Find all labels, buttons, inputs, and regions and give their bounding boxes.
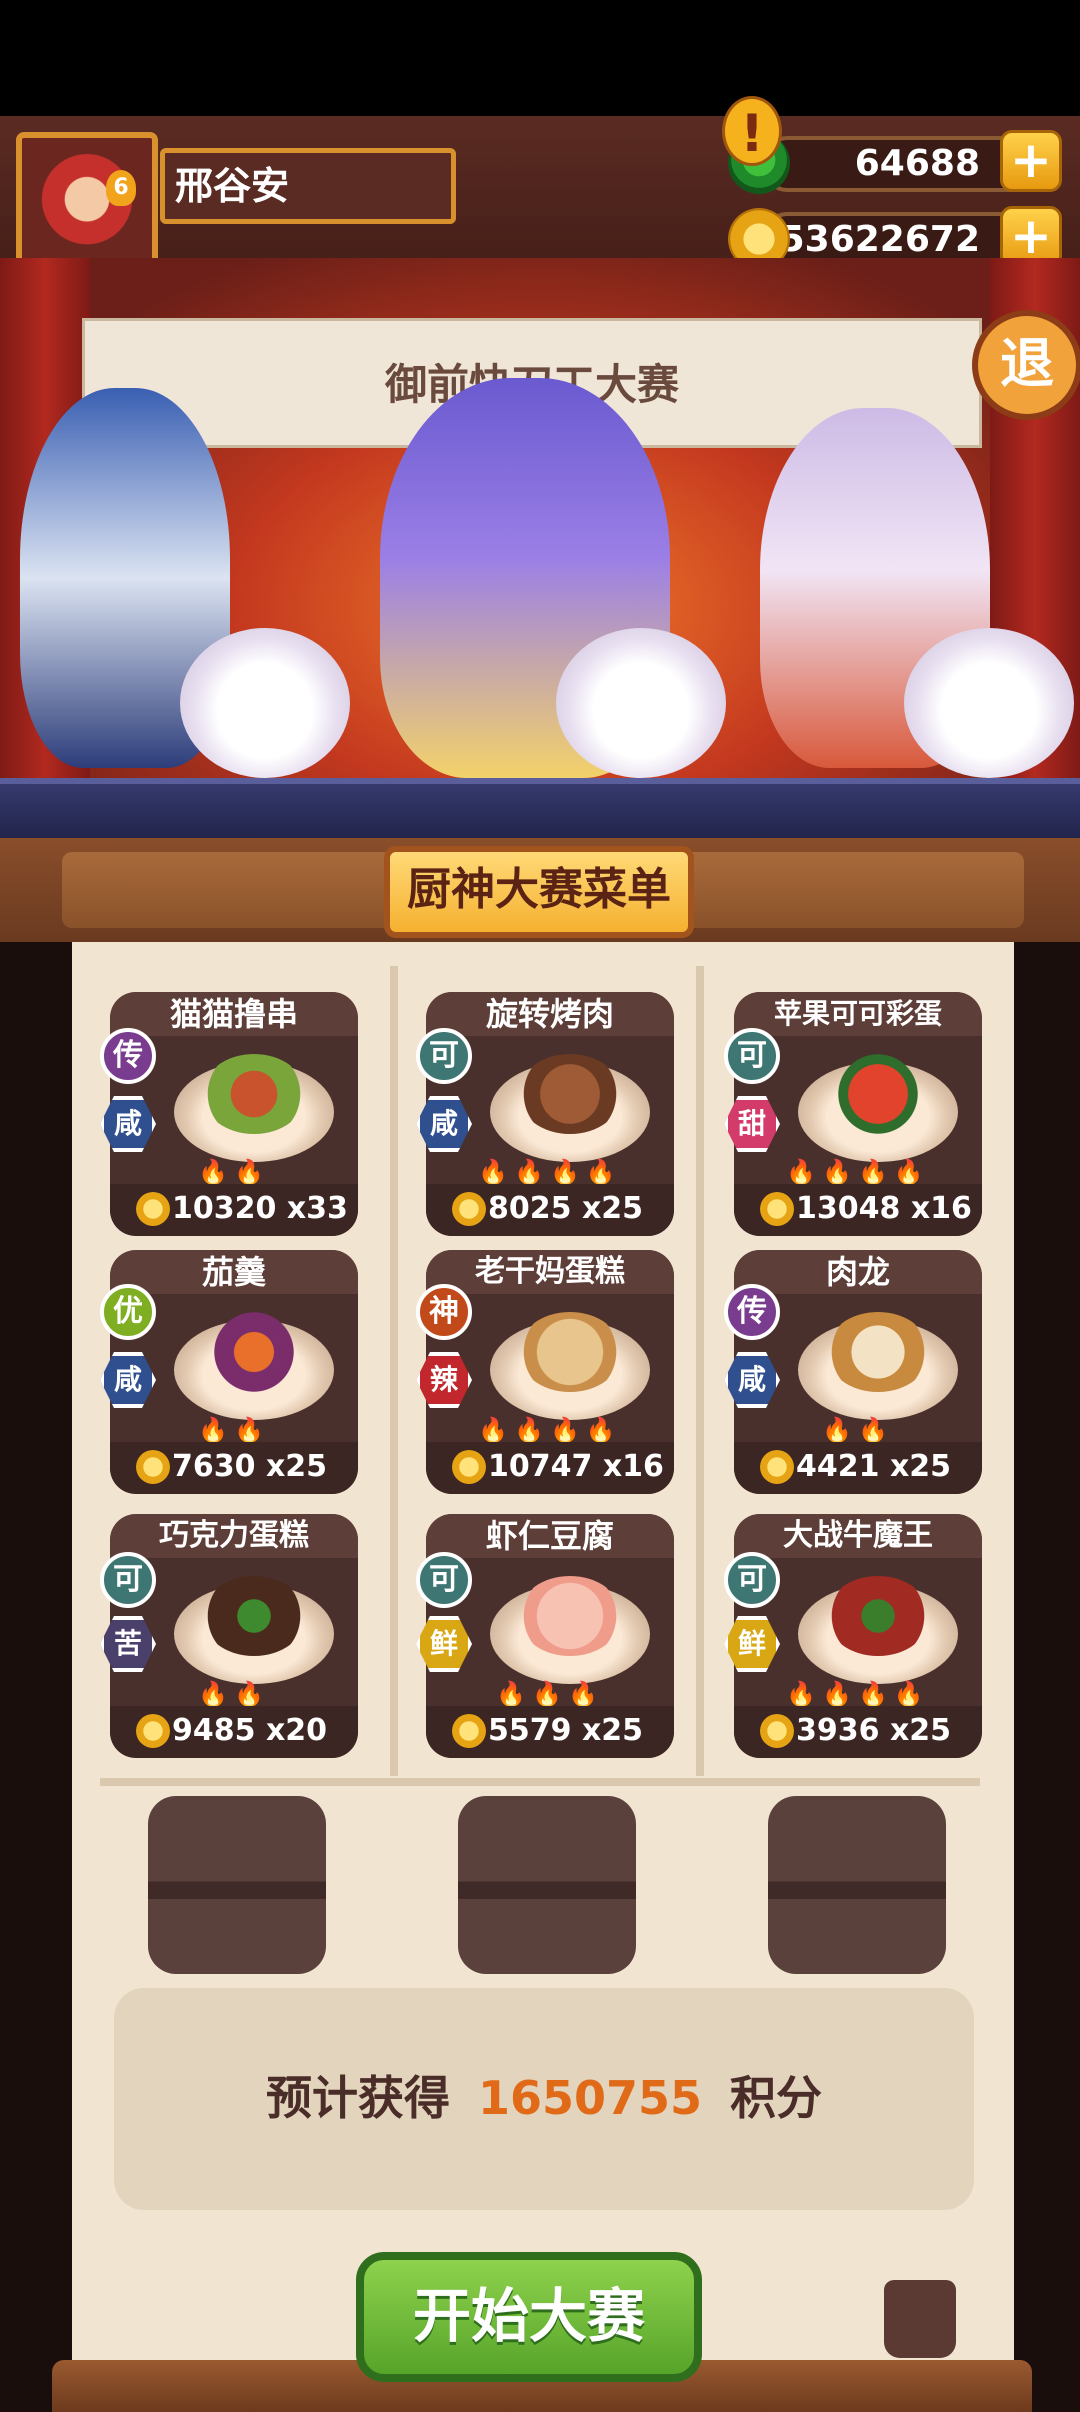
game-screen: 6 邢谷安 64688 + 53622672 + 御前快刀工大赛 ! 退 厨神大… [0,0,1080,2412]
dish-name: 老干妈蛋糕 [426,1250,674,1294]
dish-rank-badge: 可 [416,1552,472,1608]
dish-rank-badge: 传 [100,1028,156,1084]
dish-points: 4421 [796,1449,880,1484]
dish-count: x25 [581,1713,644,1748]
dish-count: x25 [889,1713,952,1748]
dish-rank-badge: 可 [100,1552,156,1608]
dish-count: x25 [265,1449,328,1484]
column-divider [696,966,704,1776]
dish-score: 8025 x25 [488,1188,643,1230]
dish-score: 3936 x25 [796,1710,951,1752]
heat-flames: 🔥🔥 [822,1416,894,1444]
dish-name: 肉龙 [734,1250,982,1294]
dish-rank-badge: 可 [724,1552,780,1608]
coin-icon [452,1450,486,1484]
add-jade-button[interactable]: + [1000,130,1062,192]
contest-stage-scene: 御前快刀工大赛 [0,258,1080,838]
dish-score: 10320 x33 [172,1188,348,1230]
dish-count: x16 [602,1449,664,1484]
heat-flames: 🔥🔥 [198,1416,270,1444]
dish-name: 猫猫撸串 [110,992,358,1036]
coin-icon [760,1192,794,1226]
heat-flames: 🔥🔥 [198,1680,270,1708]
dish-score: 10747 x16 [488,1446,664,1488]
heat-flames: 🔥🔥 [198,1158,270,1186]
dish-points: 9485 [172,1713,256,1748]
dish-points: 8025 [488,1191,572,1226]
player-name: 邢谷安 [160,148,456,224]
dish-rank-badge: 可 [724,1028,780,1084]
status-bar-area [0,0,1080,116]
dish-score: 9485 x20 [172,1710,327,1752]
column-divider [390,966,398,1776]
dish-image [202,1576,306,1656]
dish-name: 巧克力蛋糕 [110,1514,358,1558]
dish-name: 旋转烤肉 [426,992,674,1036]
dish-image [518,1576,622,1656]
dish-name: 大战牛魔王 [734,1514,982,1558]
dish-name: 虾仁豆腐 [426,1514,674,1558]
section-divider [100,1778,980,1786]
teapot-left [180,628,350,778]
menu-title: 厨神大赛菜单 [407,864,671,915]
dish-points: 5579 [488,1713,572,1748]
dish-image [826,1576,930,1656]
heat-flames: 🔥🔥🔥🔥 [478,1158,622,1186]
coin-icon [136,1714,170,1748]
dish-image [826,1054,930,1134]
exit-button[interactable]: 退 [972,310,1080,420]
dish-count: x33 [286,1191,348,1226]
dish-points: 13048 [796,1191,901,1226]
coin-icon [760,1450,794,1484]
dish-name: 苹果可可彩蛋 [734,992,982,1036]
dish-image [518,1054,622,1134]
dish-score: 7630 x25 [172,1446,327,1488]
teapot-right [904,628,1074,778]
decor-utensil-jar [884,2280,956,2358]
dish-rank-badge: 优 [100,1284,156,1340]
coin-icon [760,1714,794,1748]
empty-dish-slot[interactable] [148,1796,326,1974]
heat-flames: 🔥🔥🔥🔥 [478,1416,622,1444]
dish-score: 5579 x25 [488,1710,643,1752]
coin-icon [136,1450,170,1484]
estimate-text: 预计获得 1650755 积分 [114,2062,974,2128]
avatar-level-badge: 6 [106,170,136,206]
empty-dish-slot[interactable] [768,1796,946,1974]
dish-image [202,1054,306,1134]
contest-info-button[interactable]: ! [722,96,782,166]
dish-image [518,1312,622,1392]
start-contest-button[interactable]: 开始大赛 [356,2252,702,2382]
dish-score: 13048 x16 [796,1188,972,1230]
dish-rank-badge: 传 [724,1284,780,1340]
heat-flames: 🔥🔥🔥🔥 [786,1680,930,1708]
dish-points: 3936 [796,1713,880,1748]
stage-floor [0,778,1080,838]
estimate-prefix: 预计获得 [265,2071,450,2125]
dish-image [826,1312,930,1392]
dish-points: 10320 [172,1191,277,1226]
estimate-value: 1650755 [477,2071,703,2125]
heat-flames: 🔥🔥🔥 [496,1680,604,1708]
teapot-center [556,628,726,778]
dish-count: x25 [581,1191,644,1226]
dish-count: x20 [265,1713,328,1748]
dish-points: 7630 [172,1449,256,1484]
dish-name: 茄羹 [110,1250,358,1294]
dish-score: 4421 x25 [796,1446,951,1488]
dish-points: 10747 [488,1449,593,1484]
empty-dish-slot[interactable] [458,1796,636,1974]
dish-image [202,1312,306,1392]
heat-flames: 🔥🔥🔥🔥 [786,1158,930,1186]
dish-rank-badge: 神 [416,1284,472,1340]
coin-icon [452,1714,486,1748]
dish-count: x16 [910,1191,972,1226]
dish-count: x25 [889,1449,952,1484]
coin-icon [136,1192,170,1226]
dish-rank-badge: 可 [416,1028,472,1084]
coin-icon [452,1192,486,1226]
estimate-suffix: 积分 [730,2071,823,2125]
